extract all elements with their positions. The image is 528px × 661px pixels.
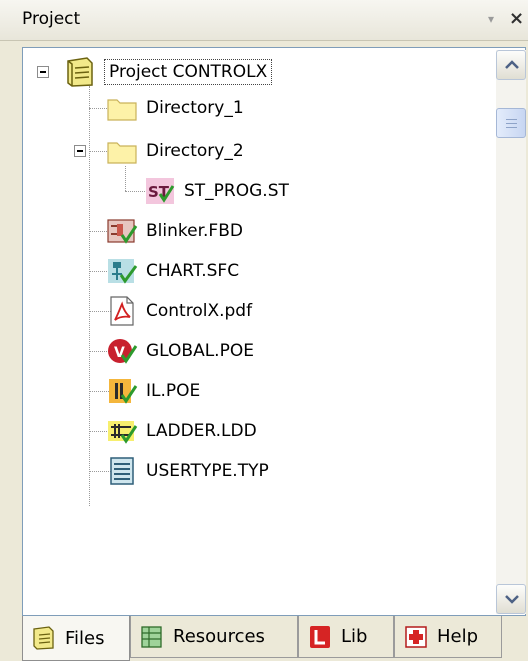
tree-item-il-poe[interactable]: IL.POE [105, 373, 200, 409]
tree-item-label: Blinker.FBD [146, 221, 243, 241]
tree-item-label: LADDER.LDD [146, 421, 257, 441]
tree-item-label: USERTYPE.TYP [146, 461, 269, 481]
files-icon [33, 626, 54, 650]
panel-tab-bar: Files Resources Lib Help [0, 616, 528, 661]
fbd-icon [107, 219, 138, 244]
project-book-icon [67, 57, 93, 87]
usertype-icon [110, 457, 134, 485]
resources-icon [141, 625, 162, 648]
tree-item-blinker-fbd[interactable]: Blinker.FBD [105, 213, 243, 249]
sfc-icon [108, 259, 138, 284]
scroll-thumb-grip [506, 123, 517, 124]
tab-label: Lib [341, 626, 368, 647]
help-icon [405, 625, 427, 648]
project-tree: Project CONTROLX Directory_1 Directory_2… [22, 47, 526, 616]
tab-label: Files [65, 627, 105, 649]
tree-connector-line [125, 166, 126, 191]
tree-item-label: ControlX.pdf [146, 301, 253, 321]
lib-icon [310, 625, 330, 648]
tab-label: Resources [173, 626, 265, 647]
vertical-scrollbar[interactable] [496, 50, 526, 614]
pdf-icon [110, 296, 134, 326]
folder-icon [107, 142, 137, 164]
tab-help[interactable]: Help [394, 616, 502, 658]
tree-item-label: ST_PROG.ST [184, 181, 289, 201]
tree-item-label: Directory_2 [146, 141, 244, 161]
tree-item-usertype-typ[interactable]: USERTYPE.TYP [105, 453, 269, 489]
st-program-icon: ST [146, 178, 175, 204]
close-icon[interactable]: × [509, 8, 524, 29]
tree-root-project[interactable]: Project CONTROLX [63, 54, 273, 90]
tree-item-label: GLOBAL.POE [146, 341, 254, 361]
collapse-directory-2-toggle[interactable] [74, 145, 86, 157]
il-poe-icon [109, 379, 138, 404]
tab-lib[interactable]: Lib [298, 616, 394, 658]
tab-files[interactable]: Files [22, 616, 130, 661]
tree-item-st-prog[interactable]: ST ST_PROG.ST [143, 173, 289, 209]
tree-item-label: Directory_1 [146, 98, 244, 118]
global-poe-icon: V [108, 339, 138, 364]
tree-item-chart-sfc[interactable]: CHART.SFC [105, 253, 239, 289]
tree-item-controlx-pdf[interactable]: ControlX.pdf [105, 293, 252, 329]
ladder-icon [108, 421, 138, 444]
tree-item-directory-1[interactable]: Directory_1 [105, 90, 244, 126]
scroll-thumb-grip [506, 127, 517, 128]
tab-resources[interactable]: Resources [130, 616, 298, 658]
tree-item-label: CHART.SFC [146, 261, 240, 281]
scroll-thumb-grip [506, 119, 517, 120]
scroll-thumb[interactable] [496, 108, 526, 138]
tree-item-global-poe[interactable]: V GLOBAL.POE [105, 333, 254, 369]
collapse-root-toggle[interactable] [37, 66, 49, 78]
pin-dropdown-icon[interactable]: ▾ [488, 12, 494, 26]
tree-item-ladder-ldd[interactable]: LADDER.LDD [105, 413, 257, 449]
tab-label: Help [437, 626, 479, 647]
folder-icon [107, 99, 137, 121]
tree-item-label: Project CONTROLX [104, 59, 273, 85]
chevron-up-icon [505, 60, 519, 69]
scroll-down-button[interactable] [496, 584, 526, 614]
tree-item-label: IL.POE [146, 381, 201, 401]
scroll-up-button[interactable] [496, 50, 526, 80]
tree-connector-line [125, 191, 145, 192]
tree-item-directory-2[interactable]: Directory_2 [105, 133, 244, 169]
chevron-down-icon [505, 595, 519, 604]
panel-title-bar: Project ▾ × [0, 0, 528, 41]
tree-connector-line [89, 86, 90, 506]
panel-title: Project [22, 9, 81, 29]
